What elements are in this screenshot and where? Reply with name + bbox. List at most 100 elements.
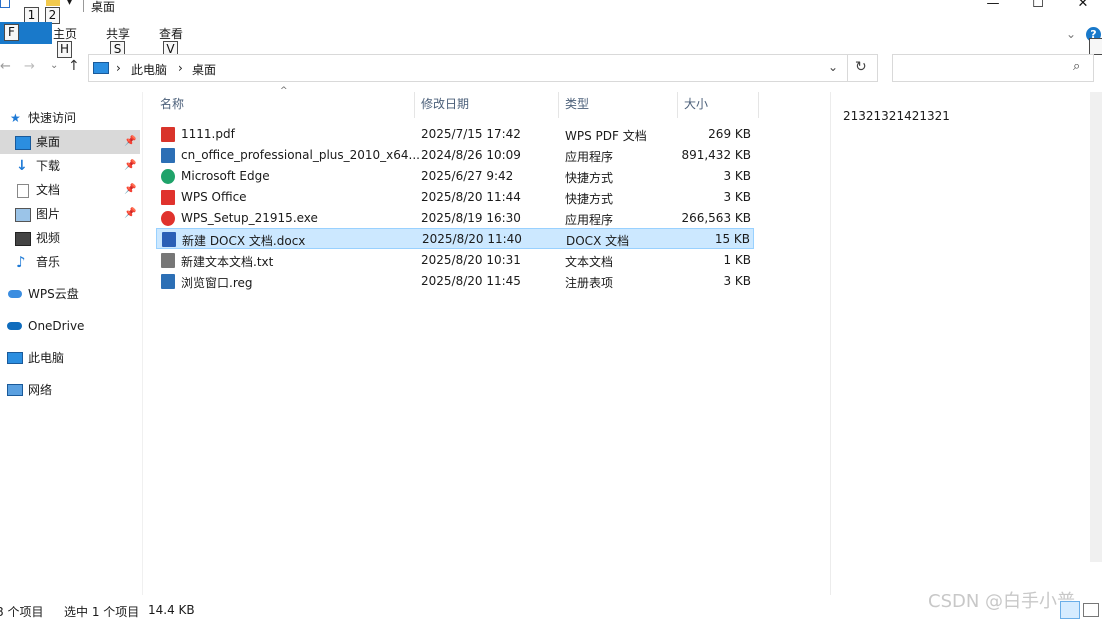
- pin-icon[interactable]: 📌: [124, 202, 136, 226]
- address-dropdown-icon[interactable]: ⌄: [828, 60, 838, 74]
- column-separator[interactable]: [758, 92, 759, 118]
- vertical-scrollbar[interactable]: [1090, 92, 1102, 562]
- keytip-file: F: [4, 24, 19, 41]
- details-view-icon[interactable]: [1060, 601, 1080, 619]
- file-row[interactable]: Microsoft Edge 2025/6/27 9:42 快捷方式 3 KB: [156, 166, 754, 187]
- column-header-date[interactable]: 修改日期: [421, 96, 469, 118]
- nav-divider: [142, 92, 143, 595]
- file-name: 浏览窗口.reg: [181, 276, 253, 290]
- large-icons-view-icon[interactable]: [1083, 603, 1099, 617]
- keytip-home: H: [57, 41, 73, 58]
- file-row[interactable]: 1111.pdf 2025/7/15 17:42 WPS PDF 文档 269 KB: [156, 124, 754, 145]
- nav-item-pictures[interactable]: 图片 📌: [0, 202, 140, 226]
- file-type: DOCX 文档: [566, 234, 630, 248]
- column-separator[interactable]: [558, 92, 559, 118]
- registry-icon: [161, 274, 175, 289]
- file-size: 15 KB: [714, 232, 750, 246]
- cloud-icon: [8, 290, 22, 298]
- nav-label: 桌面: [36, 135, 61, 149]
- onedrive-icon: [7, 322, 22, 330]
- back-icon[interactable]: ←: [0, 59, 11, 74]
- file-name: WPS Office: [181, 190, 247, 204]
- file-row[interactable]: WPS_Setup_21915.exe 2025/8/19 16:30 应用程序 26…: [156, 208, 754, 229]
- network-icon: [7, 384, 23, 396]
- ribbon-expand-icon[interactable]: ⌄: [1066, 27, 1076, 41]
- tab-home[interactable]: 主页: [53, 25, 77, 42]
- breadcrumb-separator-icon[interactable]: ›: [178, 61, 183, 75]
- file-date: 2025/8/20 11:40: [422, 232, 522, 246]
- computer-icon: [7, 352, 23, 364]
- refresh-button[interactable]: ↻: [847, 54, 878, 82]
- nav-item-desktop[interactable]: 桌面 📌: [0, 130, 140, 154]
- file-date: 2024/8/26 10:09: [421, 148, 521, 162]
- up-icon[interactable]: ↑: [68, 58, 80, 74]
- selection-count: 选中 1 个项目: [64, 605, 140, 619]
- pin-icon[interactable]: 📌: [124, 130, 136, 154]
- file-name: cn_office_professional_plus_2010_x64...: [181, 148, 420, 162]
- tab-view[interactable]: 查看: [159, 25, 183, 42]
- breadcrumb-separator-icon[interactable]: ›: [116, 61, 121, 75]
- nav-label: 下载: [36, 159, 61, 173]
- pin-icon[interactable]: 📌: [124, 154, 136, 178]
- nav-item-wps-cloud[interactable]: WPS云盘: [0, 282, 140, 306]
- column-header-name[interactable]: 名称: [160, 96, 184, 118]
- maximize-button[interactable]: ☐: [1030, 0, 1046, 12]
- quick-access-dropdown-icon[interactable]: ▾: [67, 0, 72, 8]
- picture-icon: [15, 208, 31, 222]
- video-icon: [15, 232, 31, 246]
- breadcrumb-desktop[interactable]: 桌面: [192, 61, 216, 78]
- file-row[interactable]: WPS Office 2025/8/20 11:44 快捷方式 3 KB: [156, 187, 754, 208]
- file-row[interactable]: 新建文本文档.txt 2025/8/20 10:31 文本文档 1 KB: [156, 250, 754, 271]
- nav-label: 图片: [36, 207, 61, 221]
- refresh-icon: ↻: [855, 59, 867, 75]
- recent-dropdown-icon[interactable]: ⌄: [50, 60, 58, 71]
- file-row[interactable]: 新建 DOCX 文档.docx 2025/8/20 11:40 DOCX 文档 15 …: [156, 228, 754, 249]
- nav-item-quick-access[interactable]: ★ 快速访问: [0, 106, 140, 130]
- column-header-size[interactable]: 大小: [684, 96, 708, 118]
- file-size: 3 KB: [723, 190, 751, 204]
- window-title: 桌面: [91, 0, 116, 14]
- file-date: 2025/8/20 10:31: [421, 253, 521, 267]
- search-input[interactable]: ⌕: [892, 54, 1094, 82]
- nav-item-onedrive[interactable]: OneDrive: [0, 314, 140, 338]
- minimize-button[interactable]: —: [985, 0, 1001, 12]
- file-name: 1111.pdf: [181, 127, 235, 141]
- column-separator[interactable]: [414, 92, 415, 118]
- forward-icon[interactable]: →: [24, 59, 35, 74]
- nav-item-music[interactable]: ♪ 音乐: [0, 250, 140, 274]
- nav-item-this-pc[interactable]: 此电脑: [0, 346, 140, 370]
- nav-label: 网络: [28, 383, 53, 397]
- address-bar[interactable]: › 此电脑 › 桌面 ⌄: [88, 54, 848, 82]
- breadcrumb-this-pc[interactable]: 此电脑: [131, 61, 167, 78]
- file-type: 快捷方式: [565, 192, 614, 206]
- download-icon: ↓: [16, 158, 28, 174]
- file-date: 2025/8/20 11:45: [421, 274, 521, 288]
- file-row[interactable]: cn_office_professional_plus_2010_x64... 2…: [156, 145, 754, 166]
- pin-icon[interactable]: 📌: [124, 178, 136, 202]
- nav-label: 音乐: [36, 255, 61, 269]
- tab-share[interactable]: 共享: [106, 25, 130, 42]
- nav-label: WPS云盘: [28, 287, 79, 301]
- folder-icon[interactable]: [46, 0, 60, 6]
- title-divider: [83, 0, 84, 12]
- selection-size: 14.4 KB: [148, 603, 195, 617]
- file-type: WPS PDF 文档: [565, 129, 647, 143]
- column-header-type[interactable]: 类型: [565, 96, 589, 118]
- nav-item-documents[interactable]: 文档 📌: [0, 178, 140, 202]
- status-bar: 8 个项目 选中 1 个项目 14.4 KB CSDN @白手小普: [0, 591, 1102, 619]
- installer-icon: [161, 148, 175, 163]
- file-size: 3 KB: [723, 274, 751, 288]
- item-count: 8 个项目: [0, 605, 44, 619]
- file-size: 1 KB: [723, 253, 751, 267]
- file-type: 应用程序: [565, 213, 614, 227]
- file-row[interactable]: 浏览窗口.reg 2025/8/20 11:45 注册表项 3 KB: [156, 271, 754, 292]
- nav-item-downloads[interactable]: ↓ 下载 📌: [0, 154, 140, 178]
- column-separator[interactable]: [677, 92, 678, 118]
- nav-item-network[interactable]: 网络: [0, 378, 140, 402]
- computer-icon: [93, 62, 109, 74]
- document-icon: [17, 184, 29, 198]
- close-button[interactable]: ✕: [1075, 0, 1091, 12]
- nav-item-videos[interactable]: 视频: [0, 226, 140, 250]
- file-name: Microsoft Edge: [181, 169, 270, 183]
- folder-quick-icon[interactable]: [0, 0, 10, 8]
